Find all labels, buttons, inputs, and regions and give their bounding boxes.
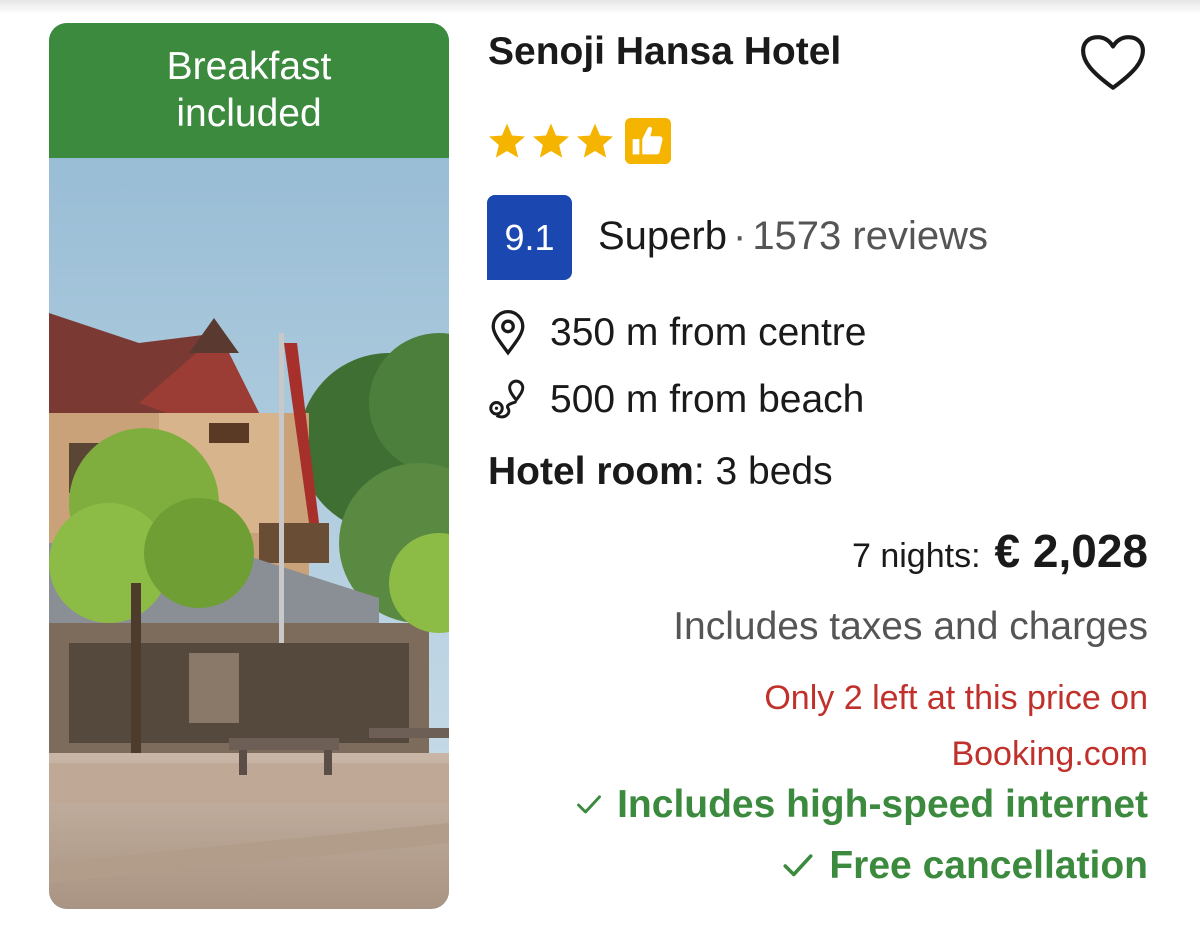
room-beds: 3 beds: [715, 450, 833, 493]
hotel-title[interactable]: Senoji Hansa Hotel: [488, 30, 841, 74]
room-separator: :: [693, 450, 705, 493]
star-icon: [489, 123, 525, 158]
room-type: Hotel room: 3 beds: [488, 450, 833, 494]
review-count: 1573 reviews: [752, 214, 988, 258]
distance-beach: 500 m from beach: [550, 378, 865, 421]
price-row: 7 nights: € 2,028: [852, 524, 1148, 578]
perk-cancellation-label: Free cancellation: [829, 844, 1148, 887]
taxes-note: Includes taxes and charges: [673, 605, 1148, 648]
badge-text: Breakfast included: [166, 44, 332, 135]
total-price: € 2,028: [994, 525, 1148, 577]
hotel-photo[interactable]: Breakfast included: [49, 23, 449, 909]
star-rating: [487, 118, 671, 164]
distance-centre: 350 m from centre: [550, 311, 867, 354]
checkmark-icon: [783, 854, 813, 877]
rating-label: Superb: [598, 214, 727, 258]
top-edge-shadow: [0, 0, 1200, 14]
availability-warning: Only 2 left at this price on Booking.com: [764, 679, 1148, 773]
distance-centre-row: 350 m from centre: [488, 310, 866, 356]
perk-cancellation: Free cancellation: [781, 844, 1148, 888]
rating-summary[interactable]: Superb · 1573 reviews: [598, 214, 988, 259]
review-score-badge: 9.1: [487, 195, 572, 280]
route-pin-icon: [489, 379, 525, 419]
perk-internet: Includes high-speed internet: [575, 783, 1148, 827]
rating-separator: ·: [732, 214, 747, 258]
star-icon: [533, 123, 569, 158]
thumbs-up-icon: [625, 118, 671, 164]
perk-internet-label: Includes high-speed internet: [617, 783, 1148, 826]
distance-beach-row: 500 m from beach: [488, 377, 864, 423]
favorite-heart-icon[interactable]: [1080, 34, 1146, 92]
nights-label: 7 nights:: [851, 537, 981, 575]
star-icon: [577, 123, 613, 158]
checkmark-icon: [577, 795, 602, 814]
breakfast-included-badge: Breakfast included: [49, 23, 449, 158]
room-label: Hotel room: [488, 450, 694, 493]
location-pin-icon: [491, 310, 525, 356]
